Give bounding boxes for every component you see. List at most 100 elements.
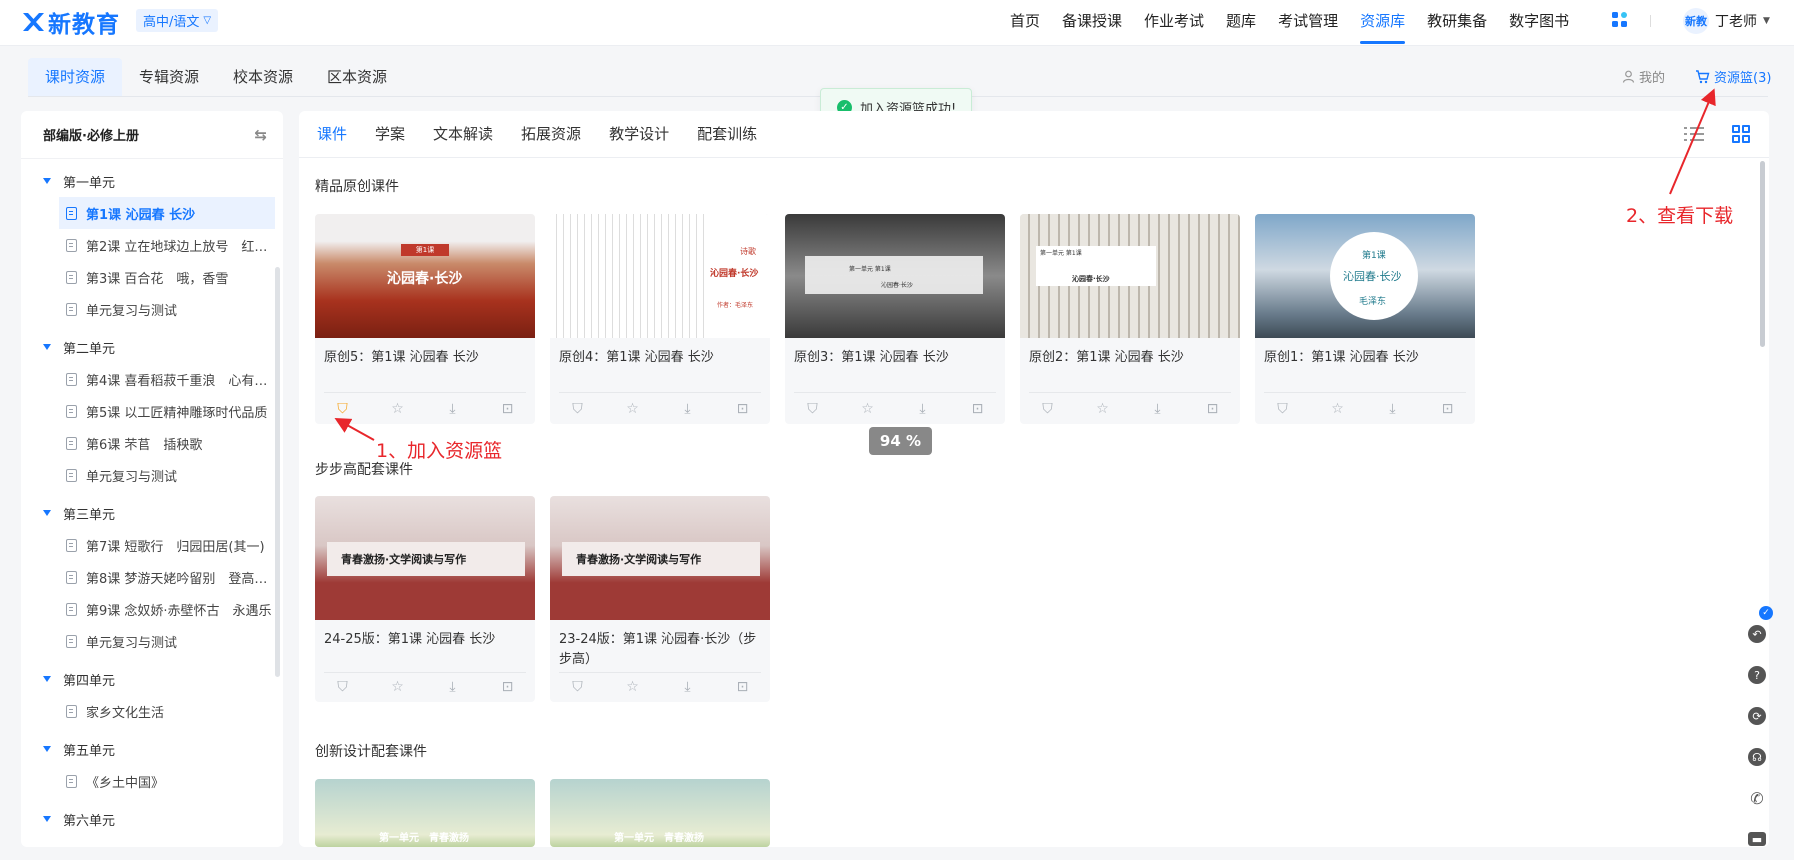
download-icon[interactable]: ⤓	[444, 401, 462, 417]
unit-header[interactable]: 第五单元	[21, 733, 275, 765]
preview-icon[interactable]: ⊡	[734, 679, 752, 695]
sidebar-scrollbar[interactable]	[275, 267, 280, 677]
resource-card[interactable]: 第1课 沁园春·长沙 原创5：第1课 沁园春 长沙 ⛉ ☆ ⤓ ⊡	[315, 214, 535, 424]
card-thumbnail[interactable]: 第1课 沁园春·长沙	[315, 214, 535, 338]
card-thumbnail[interactable]: 青春激扬·文学阅读与写作	[550, 496, 770, 620]
star-icon[interactable]: ☆	[389, 401, 407, 417]
help-tool[interactable]: ?	[1742, 660, 1772, 690]
cart-icon[interactable]: ⛉	[1039, 401, 1057, 417]
card-thumbnail[interactable]: 青春激扬·文学阅读与写作	[315, 496, 535, 620]
star-icon[interactable]: ☆	[1329, 401, 1347, 417]
mine-link[interactable]: 我的	[1622, 67, 1665, 86]
nav-item[interactable]: 题库	[1226, 0, 1256, 42]
content-tab[interactable]: 教学设计	[609, 111, 669, 157]
resource-card[interactable]: 青春激扬·文学阅读与写作 24-25版：第1课 沁园春 长沙 ⛉ ☆ ⤓ ⊡	[315, 496, 535, 702]
swap-icon[interactable]: ⇆	[254, 126, 267, 144]
star-icon[interactable]: ☆	[624, 679, 642, 695]
cart-icon[interactable]: ⛉	[569, 679, 587, 695]
resource-card[interactable]: 第一单元 青春激扬	[315, 779, 535, 847]
subtab-item[interactable]: 区本资源	[310, 58, 404, 96]
card-thumbnail[interactable]: 诗歌 沁园春·长沙 作者：毛泽东	[550, 214, 770, 338]
unit-header[interactable]: 第一单元	[21, 165, 275, 197]
nav-item[interactable]: 教研集备	[1427, 0, 1487, 42]
nav-item[interactable]: 数字图书	[1509, 0, 1569, 42]
resource-card[interactable]: 第1课 沁园春·长沙 毛泽东 原创1：第1课 沁园春 长沙 ⛉ ☆ ⤓ ⊡	[1255, 214, 1475, 424]
content-scrollbar[interactable]	[1760, 161, 1765, 347]
card-thumbnail[interactable]: 第一单元 第1课 沁园春·长沙	[1020, 214, 1240, 338]
content-tab[interactable]: 拓展资源	[521, 111, 581, 157]
lesson-item[interactable]: 第5课 以工匠精神雕琢时代品质	[21, 395, 275, 427]
subtab-item[interactable]: 校本资源	[216, 58, 310, 96]
resource-card[interactable]: 青春激扬·文学阅读与写作 23-24版：第1课 沁园春·长沙（步步高） ⛉ ☆ ⤓ ⊡	[550, 496, 770, 702]
support-tool[interactable]: ☊	[1742, 742, 1772, 772]
content-tab[interactable]: 课件	[317, 111, 347, 157]
resource-card[interactable]: 第一单元 第1课 沁园春·长沙 原创3：第1课 沁园春 长沙 ⛉ ☆ ⤓ ⊡	[785, 214, 1005, 424]
card-thumbnail[interactable]: 第一单元 第1课 沁园春·长沙	[785, 214, 1005, 338]
unit-header[interactable]: 第三单元	[21, 497, 275, 529]
subtab-item[interactable]: 课时资源	[28, 58, 123, 96]
nav-item[interactable]: 备课授课	[1062, 0, 1122, 42]
list-view-icon[interactable]	[1684, 127, 1704, 143]
content-tab[interactable]: 学案	[375, 111, 405, 157]
subtab-item[interactable]: 专辑资源	[122, 58, 216, 96]
lesson-item[interactable]: 第9课 念奴娇·赤壁怀古 永遇乐	[21, 593, 275, 625]
nav-item[interactable]: 首页	[1010, 0, 1040, 42]
star-icon[interactable]: ☆	[389, 679, 407, 695]
download-icon[interactable]: ⤓	[679, 679, 697, 695]
download-icon[interactable]: ⤓	[1149, 401, 1167, 417]
download-icon[interactable]: ⤓	[1384, 401, 1402, 417]
resource-card[interactable]: 第一单元 青春激扬	[550, 779, 770, 847]
preview-icon[interactable]: ⊡	[499, 679, 517, 695]
star-icon[interactable]: ☆	[624, 401, 642, 417]
lesson-item[interactable]: 家乡文化生活	[21, 695, 275, 727]
cart-icon[interactable]: ⛉	[1274, 401, 1292, 417]
phone-tool[interactable]: ✆	[1742, 783, 1772, 813]
cart-icon[interactable]: ⛉	[334, 679, 352, 695]
nav-item[interactable]: 作业考试	[1144, 0, 1204, 42]
back-tool[interactable]: ↶	[1742, 619, 1772, 649]
lesson-item[interactable]: 《乡土中国》	[21, 765, 275, 797]
download-icon[interactable]: ⤓	[444, 679, 462, 695]
card-thumbnail[interactable]: 第一单元 青春激扬	[315, 779, 535, 847]
apps-grid-icon[interactable]	[1612, 12, 1627, 27]
preview-icon[interactable]: ⊡	[499, 401, 517, 417]
lesson-item[interactable]: 第4课 喜看稻菽千重浪 心有一团火	[21, 363, 275, 395]
card-thumbnail[interactable]: 第一单元 青春激扬	[550, 779, 770, 847]
card-tool[interactable]: ▬	[1742, 824, 1772, 854]
subject-selector[interactable]: 高中/语文 ▽	[136, 9, 219, 32]
unit-header[interactable]: 第四单元	[21, 663, 275, 695]
nav-item[interactable]: 考试管理	[1278, 0, 1338, 42]
grid-view-icon[interactable]	[1732, 125, 1750, 143]
download-icon[interactable]: ⤓	[914, 401, 932, 417]
preview-icon[interactable]: ⊡	[1204, 401, 1222, 417]
unit-header[interactable]: 第六单元	[21, 803, 275, 835]
nav-item[interactable]: 资源库	[1360, 0, 1406, 44]
lesson-item[interactable]: 单元复习与测试	[21, 293, 275, 325]
logo[interactable]: 新教育	[20, 5, 120, 39]
preview-icon[interactable]: ⊡	[969, 401, 987, 417]
resource-card[interactable]: 第一单元 第1课 沁园春·长沙 原创2：第1课 沁园春 长沙 ⛉ ☆ ⤓ ⊡	[1020, 214, 1240, 424]
lesson-item[interactable]: 单元复习与测试	[21, 625, 275, 657]
content-tab[interactable]: 文本解读	[433, 111, 493, 157]
lesson-item[interactable]: 第3课 百合花 哦，香雪	[21, 261, 275, 293]
lesson-item[interactable]: 第7课 短歌行 归园田居(其一)	[21, 529, 275, 561]
star-icon[interactable]: ☆	[1094, 401, 1112, 417]
lesson-item[interactable]: 第2课 立在地球边上放号 红烛 峨日朵雪峰之侧	[21, 229, 275, 261]
preview-icon[interactable]: ⊡	[734, 401, 752, 417]
resource-card[interactable]: 诗歌 沁园春·长沙 作者：毛泽东 原创4：第1课 沁园春 长沙 ⛉ ☆ ⤓ ⊡	[550, 214, 770, 424]
user-menu[interactable]: 新教 丁老师 ▼	[1683, 7, 1770, 35]
cart-icon[interactable]: ⛉	[804, 401, 822, 417]
lesson-item[interactable]: 单元复习与测试	[21, 459, 275, 491]
cart-icon[interactable]: ⛉	[334, 401, 352, 417]
lesson-item[interactable]: 第1课 沁园春 长沙	[59, 197, 275, 229]
content-tab[interactable]: 配套训练	[697, 111, 757, 157]
refresh-tool[interactable]: ⟳	[1742, 701, 1772, 731]
lesson-item[interactable]: 第8课 梦游天姥吟留别 登高 琵琶行	[21, 561, 275, 593]
star-icon[interactable]: ☆	[859, 401, 877, 417]
lesson-item[interactable]: 第6课 芣苢 插秧歌	[21, 427, 275, 459]
download-icon[interactable]: ⤓	[679, 401, 697, 417]
unit-header[interactable]: 第二单元	[21, 331, 275, 363]
preview-icon[interactable]: ⊡	[1439, 401, 1457, 417]
card-thumbnail[interactable]: 第1课 沁园春·长沙 毛泽东	[1255, 214, 1475, 338]
cart-icon[interactable]: ⛉	[569, 401, 587, 417]
